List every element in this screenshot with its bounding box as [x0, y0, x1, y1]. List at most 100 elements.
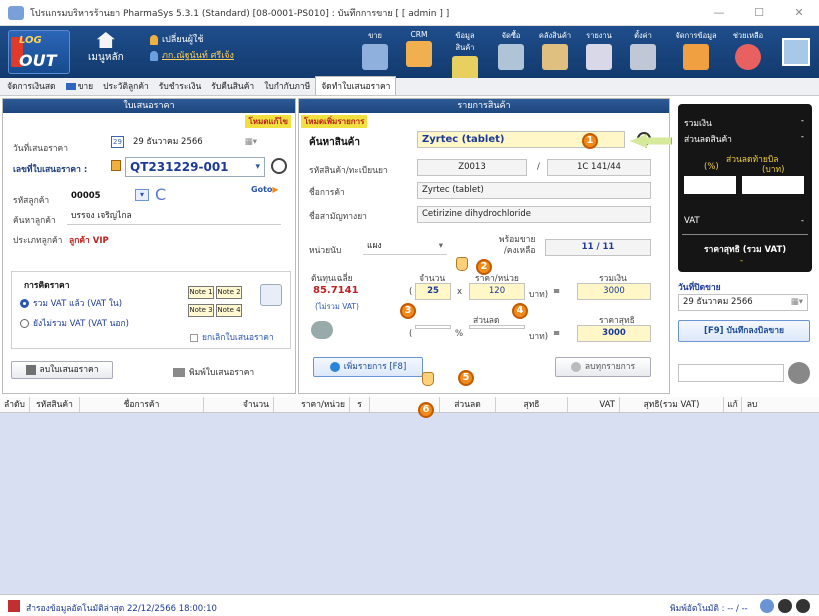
customer-dropdown[interactable]: ▾: [135, 189, 149, 201]
end-discount-baht-input[interactable]: [742, 176, 804, 194]
minimize-button[interactable]: —: [699, 6, 739, 19]
remote-icon[interactable]: [796, 599, 810, 613]
toolbar-report[interactable]: รายงาน: [580, 30, 618, 70]
toolbar-purchase[interactable]: จัดซื้อ: [492, 30, 530, 70]
note4-button[interactable]: Note 4: [216, 304, 242, 317]
col-trade-name[interactable]: ชื่อการค้า: [80, 397, 204, 412]
note1-button[interactable]: Note 1: [188, 286, 214, 299]
toolbar-data-manage[interactable]: จัดการข้อมูล: [672, 30, 720, 70]
maximize-button[interactable]: ☐: [739, 6, 779, 19]
note3-button[interactable]: Note 3: [188, 304, 214, 317]
refresh-icon[interactable]: [271, 158, 287, 174]
customer-type-label: ประเภทลูกค้า: [13, 236, 63, 246]
discount-pct-input[interactable]: [415, 325, 451, 329]
date-input[interactable]: 29 ธันวาคม 2566 ▦▾: [129, 135, 261, 150]
price-input[interactable]: 120: [469, 283, 525, 300]
doc-number-select[interactable]: QT231229-001 ▾: [125, 157, 265, 177]
col-net[interactable]: สุทธิ: [496, 397, 568, 412]
unit-select[interactable]: แผง ▾: [363, 239, 447, 255]
avg-cost-value: 85.7141: [313, 285, 359, 296]
sale-icon: [362, 44, 388, 70]
info-icon[interactable]: [778, 599, 792, 613]
tab-return[interactable]: รับคืนสินค้า: [206, 77, 259, 95]
change-user-link[interactable]: เปลี่ยนผู้ใช้: [150, 32, 234, 48]
toolbar-products[interactable]: ข้อมูลสินค้า: [446, 30, 484, 82]
close-button[interactable]: ✕: [779, 6, 819, 19]
settings-icon: [630, 44, 656, 70]
vat-included-radio[interactable]: รวม VAT แล้ว (VAT ใน): [20, 296, 122, 310]
code-slash: /: [537, 162, 540, 172]
user-name-link[interactable]: ภก.ณัฐนันท์ ศรีเจ้ง: [162, 51, 234, 61]
scanner-icon[interactable]: [788, 362, 810, 384]
product-code: Z0013: [417, 159, 527, 176]
col-unit-price[interactable]: ราคา/หน่วย: [274, 397, 350, 412]
save-to-bill-button[interactable]: [F9] บันทึกลงบิลขาย: [678, 320, 810, 342]
toolbar-settings[interactable]: ตั้งค่า: [624, 30, 662, 70]
add-item-button[interactable]: เพิ่มรายการ [F8]: [313, 357, 423, 377]
calculator-icon[interactable]: [260, 284, 282, 306]
col-index[interactable]: ลำดับ: [0, 397, 30, 412]
trash-icon: [25, 364, 36, 375]
home-menu-button[interactable]: เมนูหลัก: [88, 32, 124, 65]
vat-label: VAT: [684, 216, 700, 226]
toolbar-sale[interactable]: ขาย: [356, 30, 394, 70]
tab-quotation[interactable]: จัดทำใบเสนอราคา: [315, 76, 397, 95]
col-vat[interactable]: VAT: [568, 397, 620, 412]
note2-button[interactable]: Note 2: [216, 286, 242, 299]
tab-payment[interactable]: รับชำระเงิน: [154, 77, 207, 95]
vat-excluded-radio[interactable]: ยังไม่รวม VAT (VAT นอก): [20, 316, 129, 330]
col-edit[interactable]: แก้: [724, 397, 742, 412]
callout-2: 2: [476, 259, 492, 275]
main-toolbar: LOG OUT เมนูหลัก เปลี่ยนผู้ใช้ ภก.ณัฐนัน…: [0, 26, 819, 82]
col-delete[interactable]: ลบ: [742, 397, 762, 412]
screen-icon[interactable]: [782, 38, 810, 66]
code-label: รหัสสินค้า/ทะเบียนยา: [309, 166, 388, 176]
doc-number-label: เลขที่ใบเสนอราคา :: [13, 165, 88, 175]
auto-print-status: พิมพ์อัตโนมัติ : -- / --: [670, 604, 748, 614]
col-discount[interactable]: ส่วนลด: [440, 397, 496, 412]
goto-button[interactable]: Goto▶: [251, 185, 279, 194]
end-discount-pct-label: (%): [704, 162, 719, 172]
delete-all-button[interactable]: ลบทุกรายการ: [555, 357, 651, 377]
discount-amount-input[interactable]: [469, 325, 525, 329]
col-code[interactable]: รหัสสินค้า: [30, 397, 80, 412]
print-quotation-button[interactable]: พิมพ์ใบเสนอราคา: [173, 365, 254, 379]
end-discount-baht-label: (บาท): [762, 165, 785, 175]
col-net-vat[interactable]: สุทธิ(รวม VAT): [620, 397, 724, 412]
sale-date-input[interactable]: 29 ธันวาคม 2566 ▦▾: [678, 294, 808, 311]
toolbar-help[interactable]: ช่วยเหลือ: [726, 30, 770, 70]
tab-sale[interactable]: ขาย: [61, 77, 99, 95]
pricing-group: การคิดราคา รวม VAT แล้ว (VAT ใน) ยังไม่ร…: [11, 271, 291, 349]
cancel-quotation-checkbox[interactable]: ยกเลิกใบเสนอราคา: [190, 330, 274, 344]
tab-cash[interactable]: จัดการเงินสด: [2, 77, 61, 95]
col-r[interactable]: ร: [350, 397, 370, 412]
clear-icon[interactable]: C: [155, 185, 166, 204]
delete-all-icon: [570, 361, 581, 372]
tab-customer-history[interactable]: ประวัติลูกค้า: [98, 77, 154, 95]
ready-stock-label: พร้อมขาย /คงเหลือ: [499, 235, 536, 256]
tab-tax-invoice[interactable]: ใบกำกับภาษี: [259, 77, 315, 95]
discount-icon[interactable]: [311, 321, 333, 339]
barcode-input[interactable]: [678, 364, 784, 382]
end-discount-pct-input[interactable]: [684, 176, 736, 194]
summary-box: รวมเงิน - ส่วนลดสินค้า - ส่วนลดท้ายบิล (…: [678, 104, 812, 272]
items-grid-body[interactable]: [0, 413, 819, 594]
toolbar-warehouse[interactable]: คลังสินค้า: [536, 30, 574, 70]
net-total-value: -: [740, 256, 744, 266]
ready-stock-value: 11 / 11: [545, 239, 651, 256]
calendar-icon[interactable]: 29: [111, 136, 124, 148]
toolbar-crm[interactable]: CRM: [400, 30, 438, 67]
customer-name-input[interactable]: บรรจง เจริญไกล: [67, 209, 281, 225]
doc-icon: [111, 160, 121, 171]
quotation-panel: ใบเสนอราคา โหมดแก้ไข วันที่เสนอราคา 29 2…: [2, 98, 296, 394]
backup-icon: [8, 600, 20, 612]
delete-quotation-button[interactable]: ลบใบเสนอราคา: [11, 361, 113, 379]
summary-panel: รวมเงิน - ส่วนลดสินค้า - ส่วนลดท้ายบิล (…: [672, 98, 817, 394]
callout-5: 5: [458, 370, 474, 386]
help-status-icon[interactable]: [760, 599, 774, 613]
customer-code-input[interactable]: 00005: [67, 189, 131, 204]
qty-input[interactable]: 25: [415, 283, 451, 300]
col-qty[interactable]: จำนวน: [204, 397, 274, 412]
logout-button[interactable]: LOG OUT: [8, 30, 70, 74]
generic-name-label: ชื่อสามัญทางยา: [309, 212, 367, 222]
